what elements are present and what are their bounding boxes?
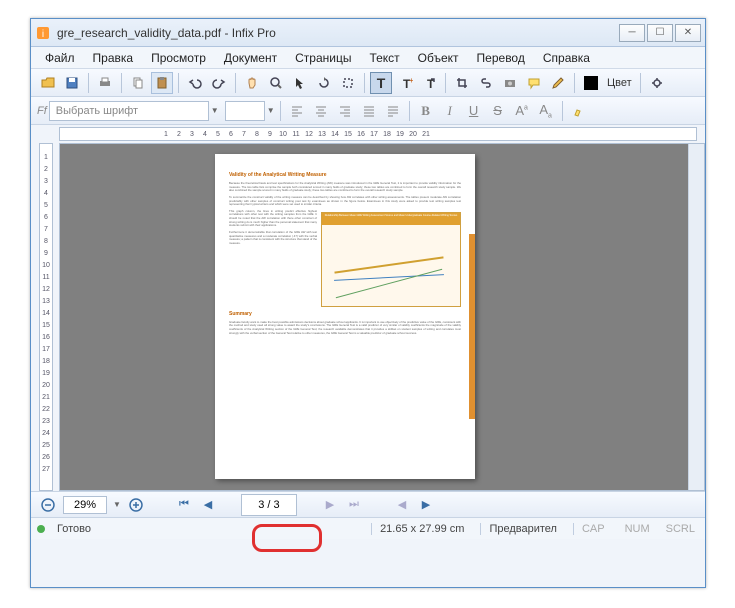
zoom-in-button[interactable] xyxy=(127,496,145,514)
nav-forward-button[interactable]: ▶ xyxy=(417,496,435,514)
statusbar: Готово 21.65 x 27.99 cm Предварител CAP … xyxy=(31,517,705,539)
doc-para: Graduate faculty want to make the best p… xyxy=(229,321,461,336)
status-indicator-icon xyxy=(37,525,45,533)
hand-tool[interactable] xyxy=(241,72,263,94)
save-button[interactable] xyxy=(61,72,83,94)
menu-view[interactable]: Просмотр xyxy=(143,49,214,67)
app-window: i gre_research_validity_data.pdf - Infix… xyxy=(30,18,706,588)
prev-page-button[interactable]: ◀ xyxy=(199,496,217,514)
nav-back-button[interactable]: ◀ xyxy=(393,496,411,514)
align-left[interactable] xyxy=(286,100,308,122)
chart-series-issue xyxy=(334,256,443,273)
zoom-tool[interactable] xyxy=(265,72,287,94)
page-accent-bar xyxy=(469,234,475,419)
menu-pages[interactable]: Страницы xyxy=(287,49,359,67)
comment-icon[interactable] xyxy=(523,72,545,94)
chart-title: Relationship Between Mean GRE Writing As… xyxy=(322,213,460,225)
horizontal-ruler: 123456789101112131415161718192021 xyxy=(59,127,697,141)
menubar: Файл Правка Просмотр Документ Страницы Т… xyxy=(31,47,705,69)
doc-para: Because the theoretical basis and test s… xyxy=(229,182,461,193)
menu-edit[interactable]: Правка xyxy=(85,49,142,67)
undo-button[interactable] xyxy=(184,72,206,94)
document-canvas[interactable]: Validity of the Analytical Writing Measu… xyxy=(59,143,705,491)
superscript-button[interactable]: Aa xyxy=(511,100,533,122)
text-tool[interactable]: T xyxy=(370,72,392,94)
menu-translate[interactable]: Перевод xyxy=(469,49,533,67)
text-plus-tool[interactable]: T+ xyxy=(394,72,416,94)
crop-icon[interactable] xyxy=(451,72,473,94)
font-size-selector[interactable] xyxy=(225,101,265,121)
workspace: 1234567891011121314151617181920212223242… xyxy=(31,143,705,491)
rotate-tool[interactable] xyxy=(313,72,335,94)
status-dimensions: 21.65 x 27.99 cm xyxy=(371,523,472,535)
menu-document[interactable]: Документ xyxy=(216,49,285,67)
highlight-icon[interactable] xyxy=(568,100,590,122)
format-toolbar: Ff Выбрать шрифт ▼ ▼ B I U S Aa Aa xyxy=(31,97,705,125)
svg-text:T: T xyxy=(377,75,386,91)
main-toolbar: T T+ T Цвет xyxy=(31,69,705,97)
text-link-tool[interactable]: T xyxy=(418,72,440,94)
status-ready: Готово xyxy=(57,523,91,535)
svg-text:i: i xyxy=(42,29,44,40)
status-scrl: SCRL xyxy=(662,523,699,535)
menu-help[interactable]: Справка xyxy=(535,49,598,67)
camera-icon[interactable] xyxy=(499,72,521,94)
chart-series-argument xyxy=(334,274,444,281)
menu-text[interactable]: Текст xyxy=(361,49,407,67)
align-justify[interactable] xyxy=(358,100,380,122)
redo-button[interactable] xyxy=(208,72,230,94)
pointer-tool[interactable] xyxy=(289,72,311,94)
underline-button[interactable]: U xyxy=(463,100,485,122)
align-justify-last[interactable] xyxy=(382,100,404,122)
first-page-button[interactable]: ⏮ xyxy=(175,496,193,514)
menu-object[interactable]: Объект xyxy=(410,49,467,67)
next-page-button[interactable]: ▶ xyxy=(321,496,339,514)
open-button[interactable] xyxy=(37,72,59,94)
zoom-level[interactable]: 29% xyxy=(63,496,107,514)
align-center[interactable] xyxy=(310,100,332,122)
app-icon: i xyxy=(35,25,51,41)
close-button[interactable]: ✕ xyxy=(675,24,701,42)
copy-button[interactable] xyxy=(127,72,149,94)
color-label[interactable]: Цвет xyxy=(604,77,635,89)
vertical-scrollbar[interactable] xyxy=(688,144,704,490)
font-format-icon: Ff xyxy=(37,105,47,117)
status-preview[interactable]: Предварител xyxy=(480,523,565,535)
titlebar[interactable]: i gre_research_validity_data.pdf - Infix… xyxy=(31,19,705,47)
pencil-icon[interactable] xyxy=(547,72,569,94)
align-right[interactable] xyxy=(334,100,356,122)
crop-dropdown[interactable] xyxy=(337,72,359,94)
window-title: gre_research_validity_data.pdf - Infix P… xyxy=(57,26,619,40)
maximize-button[interactable]: ☐ xyxy=(647,24,673,42)
chart-series-other xyxy=(336,269,443,298)
minimize-button[interactable]: ─ xyxy=(619,24,645,42)
link-icon[interactable] xyxy=(475,72,497,94)
strike-button[interactable]: S xyxy=(487,100,509,122)
doc-para: To summarize the construct validity of t… xyxy=(229,196,461,207)
page-indicator[interactable]: 3 / 3 xyxy=(241,494,297,516)
doc-heading-2: Summary xyxy=(229,311,461,317)
status-num: NUM xyxy=(621,523,654,535)
italic-button[interactable]: I xyxy=(439,100,461,122)
zoom-out-button[interactable] xyxy=(39,496,57,514)
doc-heading-1: Validity of the Analytical Writing Measu… xyxy=(229,172,461,178)
navigation-bar: 29% ▼ ⏮ ◀ 3 / 3 ▶ ⏭ ◀ ▶ xyxy=(31,491,705,517)
print-button[interactable] xyxy=(94,72,116,94)
font-selector[interactable]: Выбрать шрифт xyxy=(49,101,209,121)
color-swatch[interactable] xyxy=(580,72,602,94)
embedded-chart: Relationship Between Mean GRE Writing As… xyxy=(321,212,461,307)
document-page[interactable]: Validity of the Analytical Writing Measu… xyxy=(215,154,475,479)
settings-icon[interactable] xyxy=(646,72,668,94)
status-cap: CAP xyxy=(573,523,613,535)
paste-button[interactable] xyxy=(151,72,173,94)
menu-file[interactable]: Файл xyxy=(37,49,83,67)
last-page-button[interactable]: ⏭ xyxy=(345,496,363,514)
svg-text:+: + xyxy=(409,76,413,85)
subscript-button[interactable]: Aa xyxy=(535,100,557,122)
bold-button[interactable]: B xyxy=(415,100,437,122)
vertical-ruler: 1234567891011121314151617181920212223242… xyxy=(39,143,53,491)
zoom-dropdown-icon[interactable]: ▼ xyxy=(113,500,121,509)
